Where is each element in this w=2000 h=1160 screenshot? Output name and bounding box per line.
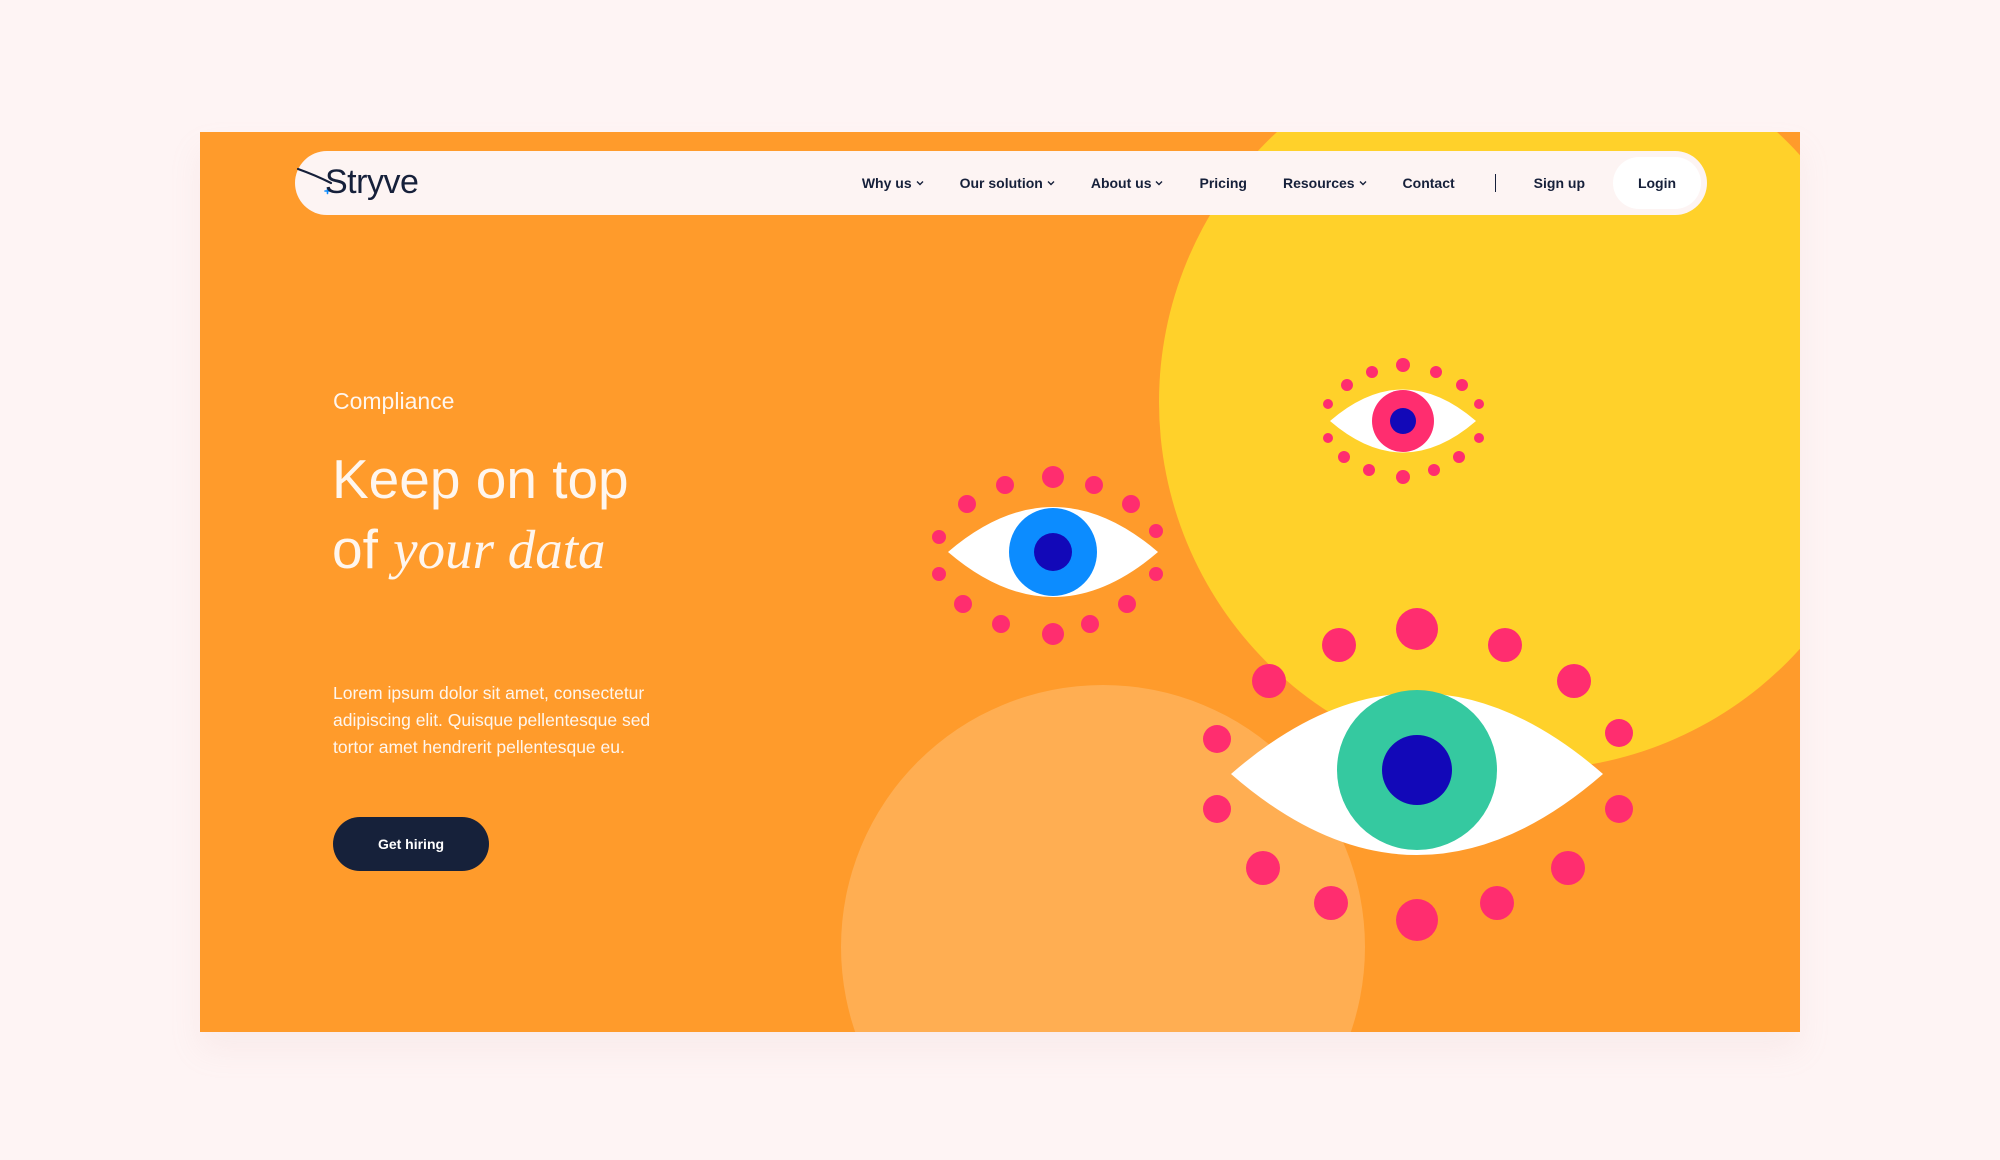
nav-item-about-us[interactable]: About us	[1091, 175, 1164, 191]
nav-item-contact[interactable]: Contact	[1403, 175, 1455, 191]
hero-headline: Keep on top of your data	[332, 444, 629, 585]
hero-section: Stryve Why us Our solution About us Pric…	[200, 132, 1800, 1032]
nav-item-label: Our solution	[959, 175, 1043, 191]
nav-item-label: Pricing	[1199, 175, 1247, 191]
nav-menu: Why us Our solution About us Pricing Res…	[862, 151, 1707, 215]
nav-item-label: Resources	[1282, 175, 1355, 191]
nav-item-label: Why us	[861, 175, 912, 191]
chevron-down-icon	[1359, 181, 1367, 186]
chevron-down-icon	[1155, 181, 1163, 186]
hero-body-text: Lorem ipsum dolor sit amet, consectetur …	[333, 683, 651, 757]
eye-illustration-blue	[932, 466, 1163, 645]
get-hiring-label: Get hiring	[377, 836, 445, 852]
headline-line-2-prefix: of	[332, 518, 394, 580]
nav-item-pricing[interactable]: Pricing	[1199, 175, 1246, 191]
nav-item-our-solution[interactable]: Our solution	[960, 175, 1055, 191]
chevron-down-icon	[916, 181, 924, 186]
get-hiring-button[interactable]: Get hiring	[333, 817, 489, 871]
sign-up-link[interactable]: Sign up	[1534, 175, 1585, 191]
nav-item-resources[interactable]: Resources	[1283, 175, 1367, 191]
login-button[interactable]: Login	[1613, 157, 1701, 209]
hero-eyebrow: Compliance	[333, 388, 455, 414]
login-label: Login	[1637, 175, 1677, 191]
sign-up-label: Sign up	[1533, 175, 1585, 191]
nav-divider	[1494, 174, 1496, 192]
nav-item-why-us[interactable]: Why us	[862, 175, 924, 191]
chevron-down-icon	[1047, 181, 1055, 186]
headline-line-1: Keep on top	[332, 448, 629, 510]
navbar: Stryve Why us Our solution About us Pric…	[295, 151, 1707, 215]
headline-emphasis: your data	[393, 519, 606, 580]
logo-wordmark: Stryve	[325, 163, 419, 201]
nav-item-label: About us	[1090, 175, 1152, 191]
nav-item-label: Contact	[1402, 175, 1455, 191]
stryve-logo[interactable]: Stryve	[295, 161, 435, 207]
